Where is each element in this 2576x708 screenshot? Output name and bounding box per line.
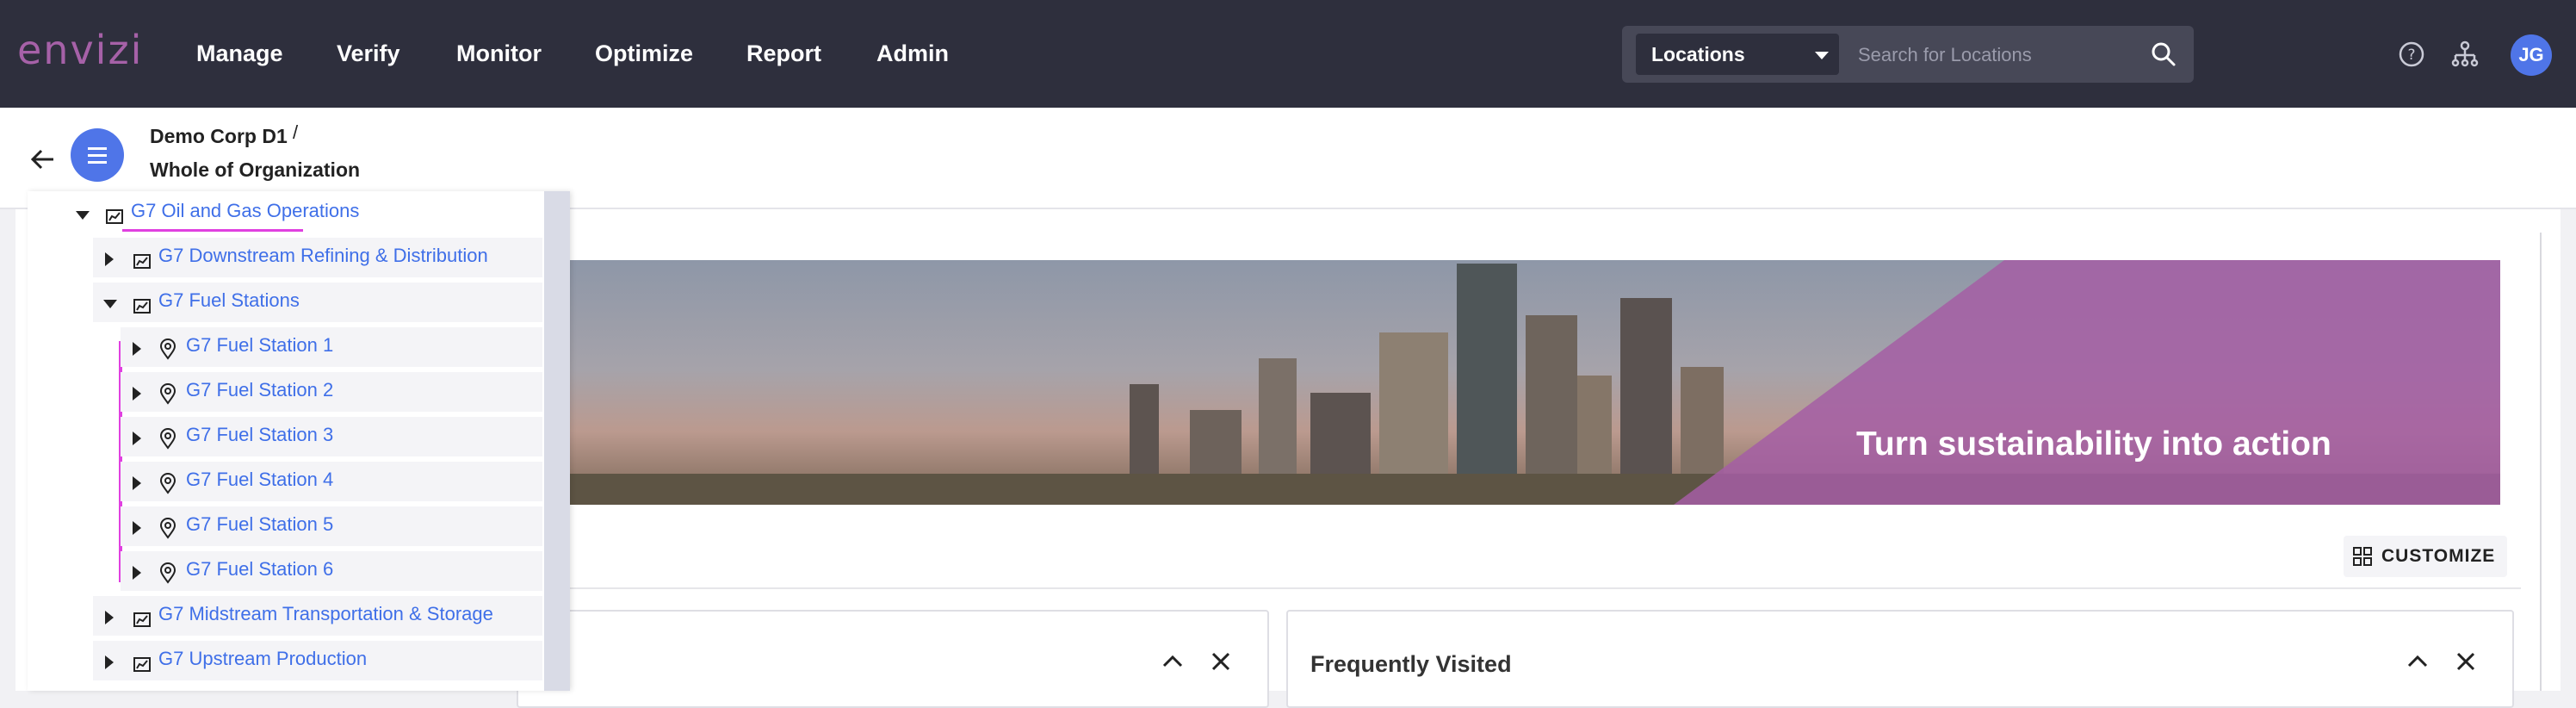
tree-label[interactable]: G7 Fuel Station 5 <box>186 513 333 536</box>
building-icon <box>133 657 151 672</box>
location-pin-icon <box>159 562 176 584</box>
caret-right-icon[interactable] <box>105 611 114 624</box>
selection-highlight <box>122 229 303 232</box>
hierarchy-icon[interactable] <box>2450 40 2480 69</box>
user-avatar[interactable]: JG <box>2511 34 2552 76</box>
tree-label[interactable]: G7 Downstream Refining & Distribution <box>158 245 488 267</box>
location-pin-icon <box>159 518 176 539</box>
divider <box>570 587 2521 589</box>
tree-label[interactable]: G7 Fuel Station 6 <box>186 558 333 581</box>
nav-optimize[interactable]: Optimize <box>595 36 693 71</box>
customize-button[interactable]: CUSTOMIZE <box>2344 536 2508 577</box>
caret-right-icon[interactable] <box>133 521 141 535</box>
search-scope-value: Locations <box>1651 43 1745 65</box>
tree-scrollbar[interactable] <box>544 191 570 691</box>
caret-down-icon <box>1815 52 1829 59</box>
menu-line <box>88 161 107 164</box>
tree-label[interactable]: G7 Fuel Station 3 <box>186 424 333 446</box>
widget-title: Frequently Visited <box>1310 651 1512 677</box>
location-pin-icon <box>159 473 176 494</box>
caret-down-icon[interactable] <box>76 211 90 220</box>
building-icon <box>133 254 151 269</box>
chevron-up-icon[interactable] <box>1159 648 1186 675</box>
location-pin-icon <box>159 383 176 405</box>
caret-right-icon[interactable] <box>133 432 141 445</box>
tree-label[interactable]: G7 Fuel Station 4 <box>186 469 333 491</box>
tree-label[interactable]: G7 Fuel Station 2 <box>186 379 333 401</box>
nav-monitor[interactable]: Monitor <box>456 36 542 71</box>
search-input[interactable] <box>1856 34 2152 77</box>
help-icon[interactable]: ? <box>2397 40 2426 69</box>
hero-banner <box>570 260 2500 505</box>
caret-right-icon[interactable] <box>133 566 141 580</box>
nav-admin[interactable]: Admin <box>876 36 949 71</box>
nav-report[interactable]: Report <box>746 36 821 71</box>
widget-left <box>517 610 1269 708</box>
location-search-bar: Locations <box>1622 26 2194 83</box>
building-icon <box>133 612 151 627</box>
building-icon <box>106 209 123 224</box>
caret-right-icon[interactable] <box>133 342 141 356</box>
location-pin-icon <box>159 428 176 450</box>
top-navigation-bar: envizi Manage Verify Monitor Optimize Re… <box>0 0 2576 108</box>
page-scrollbar[interactable] <box>2540 233 2554 691</box>
customize-label: CUSTOMIZE <box>2381 546 2496 566</box>
grid-icon <box>2353 547 2372 566</box>
breadcrumb-location: Whole of Organization <box>150 158 361 181</box>
breadcrumb-org[interactable]: Demo Corp D1 <box>150 125 288 148</box>
close-icon[interactable] <box>1207 648 1235 675</box>
breadcrumb-separator: / <box>293 121 299 143</box>
close-icon[interactable] <box>2452 648 2480 675</box>
banner-tagline: Turn sustainability into action <box>1856 425 2331 463</box>
caret-right-icon[interactable] <box>105 252 114 266</box>
chevron-up-icon[interactable] <box>2404 648 2431 675</box>
svg-text:?: ? <box>2407 47 2415 64</box>
envizi-logo[interactable]: envizi <box>17 24 143 76</box>
location-pin-icon <box>159 338 176 360</box>
search-icon[interactable] <box>2149 40 2178 69</box>
caret-right-icon[interactable] <box>133 476 141 490</box>
tree-label[interactable]: G7 Midstream Transportation & Storage <box>158 603 493 625</box>
hamburger-menu-button[interactable] <box>71 128 124 182</box>
tree-label[interactable]: G7 Upstream Production <box>158 648 367 670</box>
banner-accent-overlay <box>1674 260 2500 505</box>
tree-label-root[interactable]: G7 Oil and Gas Operations <box>131 200 359 222</box>
menu-line <box>88 147 107 150</box>
caret-right-icon[interactable] <box>105 655 114 669</box>
menu-line <box>88 154 107 157</box>
tree-label[interactable]: G7 Fuel Station 1 <box>186 334 333 357</box>
back-arrow-icon[interactable] <box>26 142 60 177</box>
tree-label[interactable]: G7 Fuel Stations <box>158 289 300 312</box>
nav-verify[interactable]: Verify <box>337 36 400 71</box>
nav-manage[interactable]: Manage <box>196 36 283 71</box>
search-scope-select[interactable]: Locations <box>1636 34 1839 75</box>
caret-right-icon[interactable] <box>133 387 141 401</box>
building-icon <box>133 299 151 314</box>
caret-down-icon[interactable] <box>103 300 117 308</box>
widget-frequently-visited: Frequently Visited <box>1286 610 2514 708</box>
